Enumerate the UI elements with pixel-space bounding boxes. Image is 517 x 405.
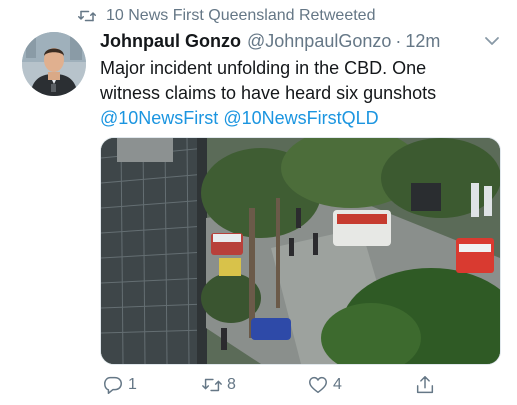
reply-icon xyxy=(104,376,122,394)
mention-link-1[interactable]: @10NewsFirst xyxy=(100,108,218,128)
share-icon xyxy=(416,376,434,394)
retweet-button[interactable]: 8 xyxy=(201,372,236,398)
tweet[interactable]: 10 News First Queensland Retweeted Johnp… xyxy=(0,0,517,405)
reply-count: 1 xyxy=(128,376,137,393)
retweet-icon xyxy=(202,378,222,392)
avatar-image xyxy=(22,32,86,96)
tweet-photo[interactable] xyxy=(100,137,501,365)
like-count: 4 xyxy=(333,376,342,393)
like-button[interactable]: 4 xyxy=(307,372,342,398)
tweet-text-line-2: witness claims to have heard six gunshot… xyxy=(100,83,437,103)
share-button[interactable] xyxy=(414,372,440,398)
tweet-actions: 1 8 4 xyxy=(100,372,505,398)
retweet-context-label[interactable]: 10 News First Queensland Retweeted xyxy=(106,7,375,25)
retweet-count: 8 xyxy=(227,376,236,393)
reply-button[interactable]: 1 xyxy=(102,372,137,398)
retweet-context: 10 News First Queensland Retweeted xyxy=(78,6,375,26)
avatar[interactable] xyxy=(22,32,86,96)
tweet-header: Johnpaul Gonzo @JohnpaulGonzo · 12m xyxy=(100,30,507,52)
author-name[interactable]: Johnpaul Gonzo xyxy=(100,31,241,52)
street-scene-image xyxy=(101,138,500,364)
chevron-down-icon[interactable] xyxy=(483,32,501,50)
retweet-icon xyxy=(78,10,96,22)
separator-dot: · xyxy=(395,30,402,51)
tweet-text: Major incident unfolding in the CBD. One… xyxy=(100,56,505,131)
tweet-timestamp[interactable]: 12m xyxy=(405,31,440,52)
tweet-text-line-1: Major incident unfolding in the CBD. One xyxy=(100,58,427,78)
mention-link-2[interactable]: @10NewsFirstQLD xyxy=(223,108,378,128)
heart-icon xyxy=(309,376,327,394)
author-handle[interactable]: @JohnpaulGonzo xyxy=(247,31,391,52)
